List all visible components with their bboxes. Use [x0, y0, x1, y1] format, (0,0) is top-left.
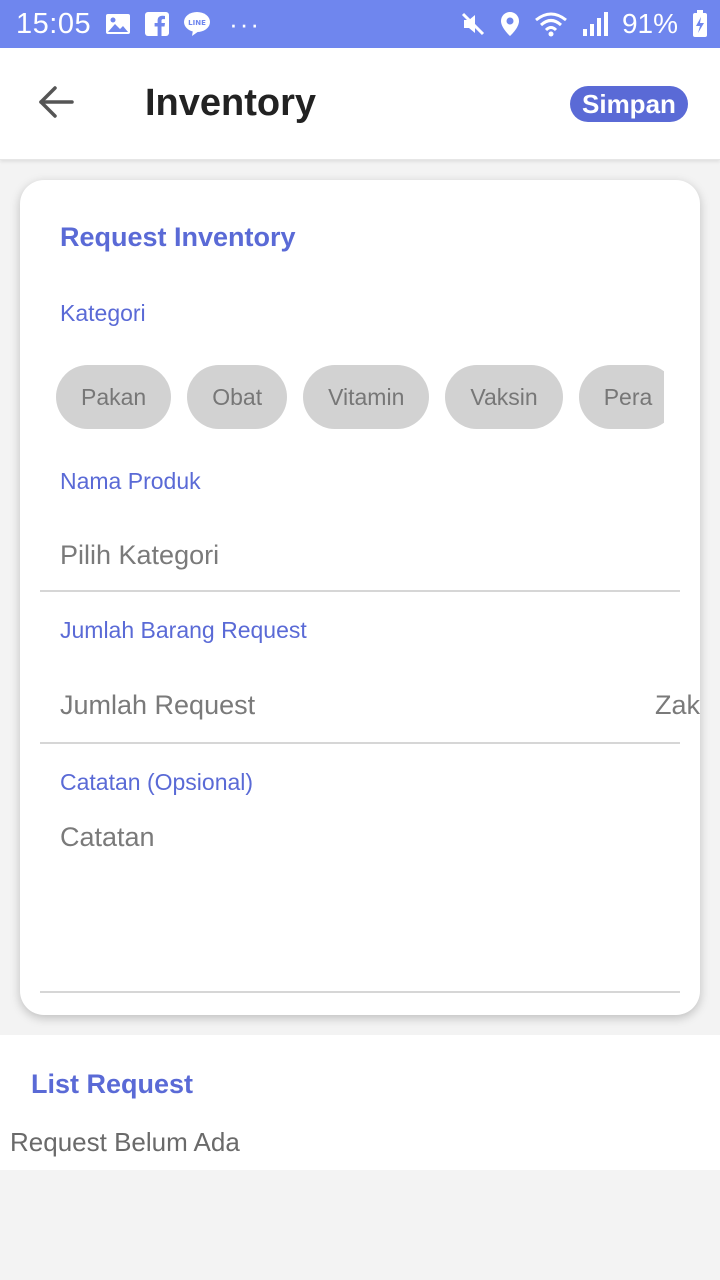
- category-chip-partial[interactable]: Pera: [578, 365, 664, 429]
- form-title: Request Inventory: [60, 222, 296, 252]
- back-button[interactable]: [30, 76, 82, 132]
- request-list-title: List Request: [31, 1069, 194, 1099]
- arrow-left-icon: [38, 85, 74, 123]
- product-name-label: Nama Produk: [60, 468, 201, 494]
- category-chip-obat[interactable]: Obat: [187, 365, 288, 429]
- category-label: Kategori: [60, 300, 146, 326]
- request-list-empty-text: Request Belum Ada: [10, 1127, 240, 1157]
- signal-icon: [582, 12, 608, 36]
- request-inventory-card: Request Inventory Kategori Pakan Obat Vi…: [20, 180, 700, 1015]
- line-icon: LINE: [183, 11, 211, 37]
- save-button[interactable]: Simpan: [570, 86, 688, 122]
- category-chip-vitamin[interactable]: Vitamin: [303, 365, 430, 429]
- page-title: Inventory: [145, 82, 317, 124]
- quantity-unit: Zak: [654, 690, 700, 720]
- battery-charging-icon: [692, 10, 708, 38]
- facebook-icon: [145, 12, 170, 36]
- product-select-placeholder: Pilih Kategori: [60, 540, 220, 570]
- quantity-field[interactable]: Jumlah Request Zak: [40, 660, 700, 744]
- location-icon: [500, 11, 520, 37]
- request-list-section: List Request Request Belum Ada: [0, 1035, 720, 1170]
- notes-placeholder: Catatan: [60, 822, 155, 852]
- status-bar-right: 91%: [460, 8, 708, 40]
- category-chip-pakan[interactable]: Pakan: [56, 365, 172, 429]
- wifi-icon: [534, 11, 568, 37]
- svg-text:LINE: LINE: [188, 19, 206, 27]
- quantity-placeholder: Jumlah Request: [60, 690, 256, 720]
- battery-percentage: 91%: [621, 8, 678, 39]
- status-bar: 15:05 LINE ··· 91%: [0, 0, 720, 48]
- more-notifications-icon: ···: [229, 8, 262, 39]
- notes-label: Catatan (Opsional): [60, 769, 254, 795]
- status-bar-left: 15:05 LINE ···: [16, 8, 261, 41]
- category-chip-list[interactable]: Pakan Obat Vitamin Vaksin Pera: [56, 365, 664, 429]
- mute-icon: [460, 11, 486, 37]
- product-select[interactable]: Pilih Kategori: [40, 510, 680, 592]
- image-icon: [105, 13, 131, 35]
- category-chip-vaksin[interactable]: Vaksin: [445, 365, 563, 429]
- quantity-label: Jumlah Barang Request: [60, 617, 307, 643]
- app-bar: Inventory Simpan: [0, 48, 720, 160]
- notes-field[interactable]: Catatan: [40, 812, 680, 993]
- status-time: 15:05: [16, 7, 92, 40]
